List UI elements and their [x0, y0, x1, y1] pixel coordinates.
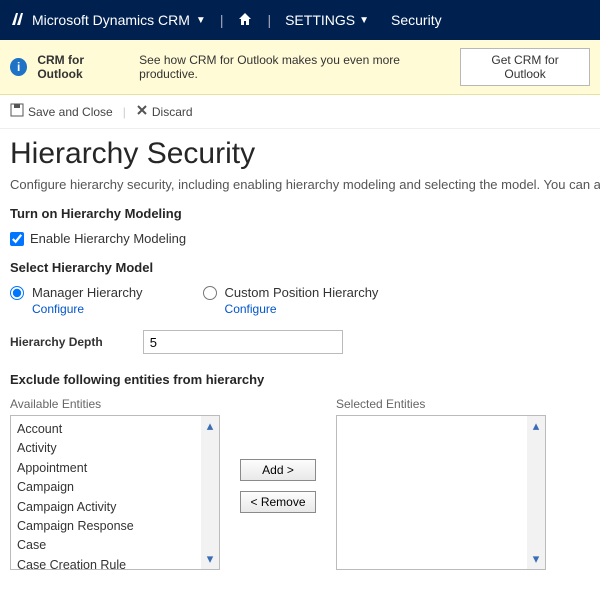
selected-entities-label: Selected Entities	[336, 397, 546, 411]
list-item[interactable]: Account	[17, 420, 195, 439]
hierarchy-model-radio-group: Manager Hierarchy Configure Custom Posit…	[10, 285, 590, 316]
get-outlook-button[interactable]: Get CRM for Outlook	[460, 48, 590, 86]
info-icon: i	[10, 58, 27, 76]
scroll-down-icon[interactable]: ▾	[533, 551, 540, 567]
list-item[interactable]: Campaign	[17, 478, 195, 497]
list-item[interactable]: Case	[17, 536, 195, 555]
chevron-down-icon: ▼	[196, 15, 206, 26]
page-title: Hierarchy Security	[10, 137, 590, 171]
scroll-up-icon[interactable]: ▴	[207, 418, 214, 434]
enable-hierarchy-label: Enable Hierarchy Modeling	[30, 231, 186, 246]
close-icon	[136, 104, 148, 119]
nav-separator: |	[267, 12, 271, 28]
enable-hierarchy-checkbox-row[interactable]: Enable Hierarchy Modeling	[10, 231, 590, 246]
banner-text: See how CRM for Outlook makes you even m…	[139, 53, 450, 81]
brand-text: Microsoft Dynamics CRM	[32, 12, 190, 28]
save-and-close-button[interactable]: Save and Close	[10, 103, 113, 120]
list-item[interactable]: Campaign Activity	[17, 498, 195, 517]
list-item[interactable]: Appointment	[17, 459, 195, 478]
banner-title: CRM for Outlook	[37, 53, 129, 81]
selected-scrollbar[interactable]: ▴ ▾	[527, 416, 545, 569]
logo-icon	[10, 11, 26, 30]
top-nav: Microsoft Dynamics CRM ▼ | | SETTINGS ▼ …	[0, 0, 600, 40]
discard-button[interactable]: Discard	[136, 104, 193, 119]
available-entities-label: Available Entities	[10, 397, 220, 411]
nav-separator: |	[220, 12, 224, 28]
radio-manager-hierarchy[interactable]: Manager Hierarchy	[10, 285, 143, 300]
section-exclude-title: Exclude following entities from hierarch…	[10, 372, 590, 387]
available-entities-listbox[interactable]: AccountActivityAppointmentCampaignCampai…	[10, 415, 220, 570]
home-icon[interactable]	[237, 11, 253, 30]
scroll-up-icon[interactable]: ▴	[533, 418, 540, 434]
radio-manager-input[interactable]	[10, 286, 24, 300]
nav-settings-label: SETTINGS	[285, 12, 355, 28]
configure-manager-link[interactable]: Configure	[32, 302, 143, 316]
brand[interactable]: Microsoft Dynamics CRM ▼	[10, 11, 206, 30]
breadcrumb[interactable]: Security	[391, 12, 442, 28]
radio-custom-label: Custom Position Hierarchy	[225, 285, 379, 300]
entity-lists: Available Entities AccountActivityAppoin…	[10, 397, 590, 570]
nav-settings[interactable]: SETTINGS ▼	[285, 12, 369, 28]
radio-custom-input[interactable]	[203, 286, 217, 300]
main-content: Hierarchy Security Configure hierarchy s…	[0, 129, 600, 580]
page-description: Configure hierarchy security, including …	[10, 177, 590, 192]
configure-custom-link[interactable]: Configure	[225, 302, 379, 316]
chevron-down-icon: ▼	[359, 15, 369, 26]
add-button[interactable]: Add >	[240, 459, 316, 481]
remove-button[interactable]: < Remove	[240, 491, 316, 513]
toolbar: Save and Close | Discard	[0, 95, 600, 129]
enable-hierarchy-checkbox[interactable]	[10, 232, 24, 246]
toolbar-separator: |	[123, 105, 126, 119]
save-icon	[10, 103, 24, 120]
section-turn-on-title: Turn on Hierarchy Modeling	[10, 206, 590, 221]
section-model-title: Select Hierarchy Model	[10, 260, 590, 275]
radio-custom-position[interactable]: Custom Position Hierarchy	[203, 285, 379, 300]
hierarchy-depth-row: Hierarchy Depth	[10, 330, 590, 354]
depth-input[interactable]	[143, 330, 343, 354]
breadcrumb-text: Security	[391, 12, 442, 28]
depth-label: Hierarchy Depth	[10, 335, 103, 349]
list-item[interactable]: Campaign Response	[17, 517, 195, 536]
radio-manager-label: Manager Hierarchy	[32, 285, 143, 300]
discard-label: Discard	[152, 105, 193, 119]
list-item[interactable]: Case Creation Rule	[17, 556, 195, 569]
outlook-banner: i CRM for Outlook See how CRM for Outloo…	[0, 40, 600, 95]
available-scrollbar[interactable]: ▴ ▾	[201, 416, 219, 569]
scroll-down-icon[interactable]: ▾	[207, 551, 214, 567]
list-item[interactable]: Activity	[17, 439, 195, 458]
save-label: Save and Close	[28, 105, 113, 119]
selected-entities-listbox[interactable]: ▴ ▾	[336, 415, 546, 570]
